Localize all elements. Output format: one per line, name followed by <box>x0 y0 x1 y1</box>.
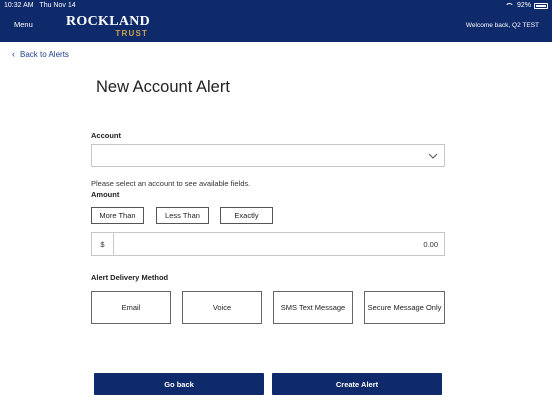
page-title: New Account Alert <box>96 78 230 96</box>
currency-symbol: $ <box>92 233 114 255</box>
battery-percent: 92% <box>516 2 531 9</box>
welcome-message: Welcome back, Q2 TEST <box>465 22 539 29</box>
go-back-button[interactable]: Go back <box>94 373 264 395</box>
account-select[interactable] <box>91 144 445 167</box>
chevron-left-icon: ‹ <box>12 49 15 59</box>
status-bar: 10:32 AM Thu Nov 14 92% <box>0 0 552 11</box>
status-time: 10:32 AM Thu Nov 14 <box>4 2 76 9</box>
account-label: Account <box>91 131 121 140</box>
amount-label: Amount <box>91 190 120 199</box>
back-to-alerts-link[interactable]: ‹ Back to Alerts <box>12 49 69 59</box>
top-navigation-bar: Menu ROCKLAND TRUST Welcome back, Q2 TES… <box>0 11 552 42</box>
back-link-label: Back to Alerts <box>20 49 69 59</box>
rockland-trust-logo[interactable]: ROCKLAND TRUST <box>66 14 151 39</box>
menu-button[interactable]: Menu <box>14 20 33 29</box>
less-than-option[interactable]: Less Than <box>156 207 209 224</box>
logo-wordmark-top: ROCKLAND <box>66 14 151 29</box>
create-alert-button[interactable]: Create Alert <box>272 373 442 395</box>
sms-method-button[interactable]: SMS Text Message <box>273 291 353 324</box>
status-indicators: 92% <box>504 0 548 11</box>
battery-icon <box>534 2 548 9</box>
amount-field[interactable]: $ <box>91 232 445 256</box>
more-than-option[interactable]: More Than <box>91 207 144 224</box>
amount-input[interactable] <box>115 233 443 255</box>
new-account-alert-screen: 10:32 AM Thu Nov 14 92% Menu ROCKLAND TR… <box>0 0 552 414</box>
secure-message-method-button[interactable]: Secure Message Only <box>364 291 445 324</box>
chevron-down-icon <box>428 153 438 159</box>
wifi-icon <box>504 2 514 9</box>
logo-wordmark-bottom: TRUST <box>115 29 149 38</box>
email-method-button[interactable]: Email <box>91 291 171 324</box>
voice-method-button[interactable]: Voice <box>182 291 262 324</box>
account-hint: Please select an account to see availabl… <box>91 179 251 188</box>
exactly-option[interactable]: Exactly <box>220 207 273 224</box>
delivery-method-label: Alert Delivery Method <box>91 273 169 282</box>
